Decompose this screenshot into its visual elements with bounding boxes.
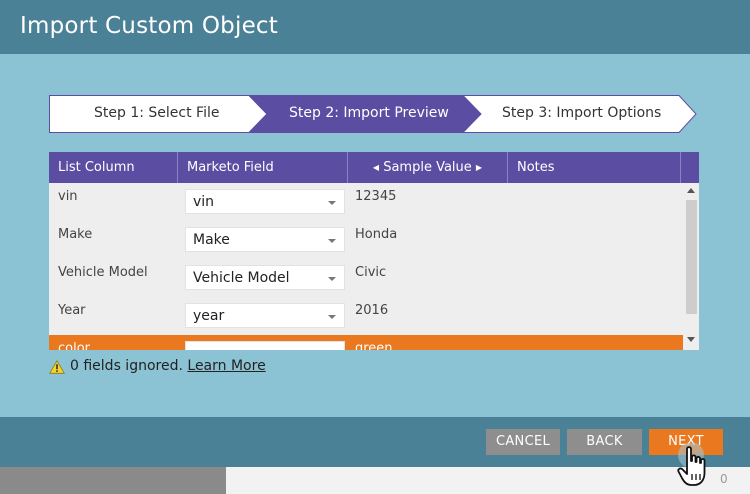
chevron-down-icon	[328, 239, 336, 243]
sample-value-cell: 12345	[355, 189, 397, 204]
import-custom-object-dialog: Import Custom Object Step 1: Select File…	[0, 0, 750, 467]
import-stepper: Step 1: Select File Step 2: Import Previ…	[49, 95, 697, 133]
header-notes: Notes	[508, 152, 681, 183]
sample-value-cell: Civic	[355, 265, 387, 280]
table-row: Year year 2016	[49, 297, 683, 335]
list-column-cell: Year	[58, 303, 86, 318]
dialog-footer: CANCEL BACK NEXT	[0, 417, 750, 467]
select-value: Vehicle Model	[193, 270, 290, 286]
marketo-field-select[interactable]: year	[185, 303, 345, 328]
status-text-wrap: 0 fields ignored. Learn More	[70, 358, 266, 374]
table-scrollbar[interactable]	[683, 183, 699, 350]
table-header: List Column Marketo Field ◀ Sample Value…	[49, 152, 699, 183]
scroll-down-arrow-icon[interactable]	[687, 337, 695, 342]
header-sample-value: ◀ Sample Value ▶	[348, 152, 508, 183]
scroll-thumb[interactable]	[686, 200, 697, 314]
header-marketo-field: Marketo Field	[178, 152, 348, 183]
warning-icon	[49, 360, 65, 374]
status-message: 0 fields ignored.	[70, 358, 183, 374]
scroll-up-arrow-icon[interactable]	[687, 188, 695, 193]
chevron-down-icon	[328, 315, 336, 319]
chevron-down-icon	[328, 201, 336, 205]
sample-next-arrow-icon[interactable]: ▶	[476, 163, 482, 172]
background-counter: 0	[720, 472, 728, 486]
marketo-field-select[interactable]: vin	[185, 189, 345, 214]
marketo-field-select[interactable]: Make	[185, 227, 345, 252]
background-page-strip	[0, 467, 750, 494]
header-list-column: List Column	[49, 152, 178, 183]
select-value: year	[193, 308, 225, 324]
list-column-cell: vin	[58, 189, 78, 204]
learn-more-link[interactable]: Learn More	[187, 358, 265, 374]
table-row: Vehicle Model Vehicle Model Civic	[49, 259, 683, 297]
marketo-field-select[interactable]	[185, 341, 345, 350]
sample-prev-arrow-icon[interactable]: ◀	[373, 163, 379, 172]
step-1-label: Step 1: Select File	[94, 105, 220, 121]
dialog-title: Import Custom Object	[20, 13, 278, 39]
cancel-button[interactable]: CANCEL	[486, 429, 560, 455]
table-row: Make Make Honda	[49, 221, 683, 259]
step-3-label: Step 3: Import Options	[502, 105, 662, 121]
table-row-selected[interactable]: color green	[49, 335, 683, 350]
import-preview-table: List Column Marketo Field ◀ Sample Value…	[49, 152, 699, 350]
list-column-cell: Vehicle Model	[58, 265, 148, 280]
select-value: vin	[193, 194, 215, 210]
dialog-titlebar: Import Custom Object	[0, 0, 750, 54]
sample-value-cell: green	[355, 341, 393, 350]
back-button[interactable]: BACK	[567, 429, 642, 455]
select-value: Make	[193, 232, 230, 248]
sample-value-cell: 2016	[355, 303, 389, 318]
background-panel	[226, 467, 750, 494]
table-row: vin vin 12345	[49, 183, 683, 221]
chevron-down-icon	[328, 277, 336, 281]
hand-cursor-icon	[677, 443, 706, 486]
header-sample-value-label: Sample Value	[383, 160, 472, 175]
step-2-label: Step 2: Import Preview	[289, 105, 449, 121]
sample-value-cell: Honda	[355, 227, 398, 242]
marketo-field-select[interactable]: Vehicle Model	[185, 265, 345, 290]
list-column-cell: Make	[58, 227, 93, 242]
list-column-cell: color	[58, 341, 91, 350]
